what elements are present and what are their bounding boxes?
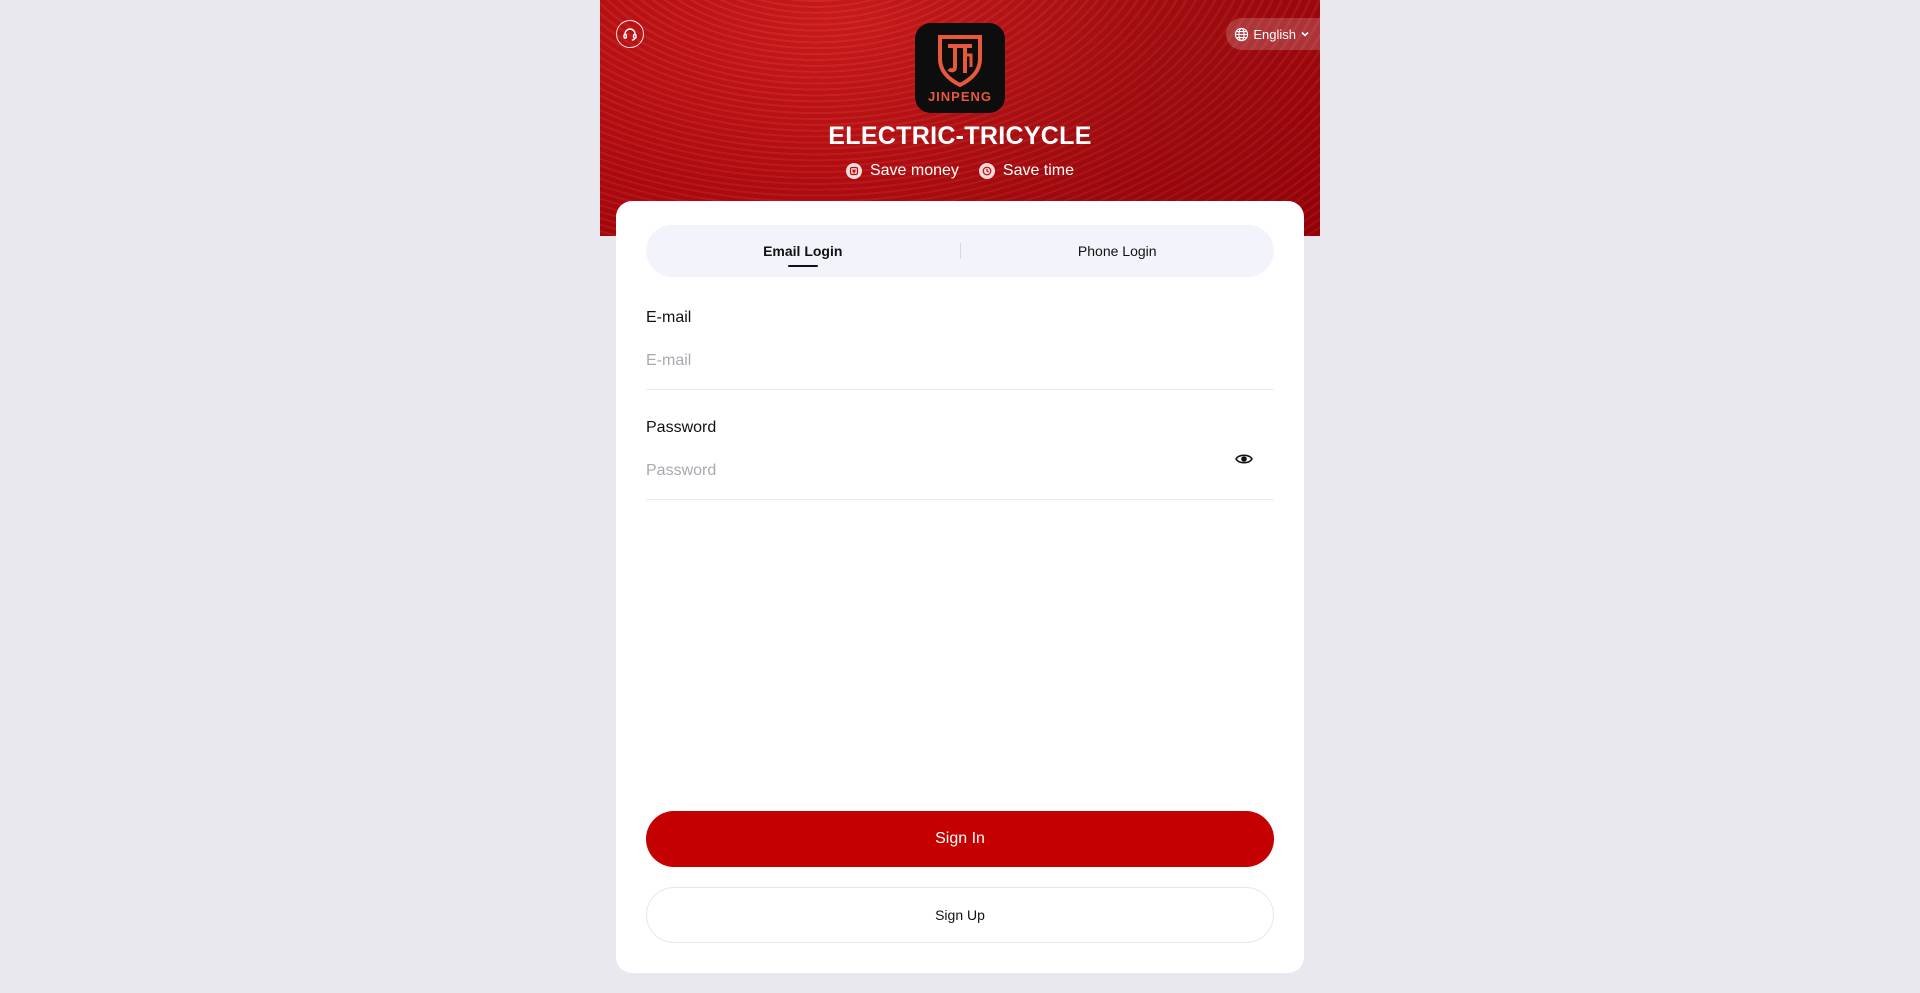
sign-up-button[interactable]: Sign Up	[646, 887, 1274, 943]
tagline-label: Save money	[869, 162, 959, 179]
brand-logo: JINPENG	[915, 23, 1005, 113]
clock-icon	[978, 163, 995, 179]
sign-in-button[interactable]: Sign In	[646, 811, 1274, 867]
email-field-group: E-mail	[646, 309, 1274, 390]
password-field-group: Password	[646, 419, 1274, 500]
app-root: English JINPENG ELECTRIC-TRICYCLE Save m…	[600, 0, 1320, 993]
email-label: E-mail	[646, 309, 692, 326]
headset-icon	[623, 28, 637, 41]
taglines: Save money Save time	[600, 162, 1320, 180]
eye-icon	[1235, 454, 1253, 464]
login-method-tabs: Email Login Phone Login	[646, 225, 1274, 277]
password-label: Password	[646, 419, 717, 436]
coin-icon	[845, 163, 862, 179]
password-input-wrapper	[646, 454, 1274, 500]
language-label: English	[1253, 26, 1296, 42]
jinpeng-shield-icon	[938, 34, 982, 87]
tagline-save-time: Save time	[978, 162, 1075, 180]
tagline-label: Save time	[1002, 162, 1075, 179]
customer-support-button[interactable]	[616, 20, 644, 48]
brand-title: ELECTRIC-TRICYCLE	[828, 122, 1092, 150]
chevron-down-icon	[1301, 31, 1309, 37]
globe-icon	[1235, 27, 1249, 41]
password-input[interactable]	[646, 458, 1274, 484]
logo-wordmark: JINPENG	[927, 88, 993, 104]
tab-email-login[interactable]: Email Login	[646, 225, 960, 277]
language-selector[interactable]: English	[1226, 18, 1320, 50]
email-input-wrapper	[646, 347, 1274, 390]
tagline-save-money: Save money	[845, 162, 959, 180]
login-card: Email Login Phone Login E-mail Password	[616, 201, 1304, 973]
email-input[interactable]	[646, 348, 1274, 374]
show-password-toggle[interactable]	[1234, 449, 1254, 469]
tab-phone-login[interactable]: Phone Login	[961, 225, 1275, 277]
